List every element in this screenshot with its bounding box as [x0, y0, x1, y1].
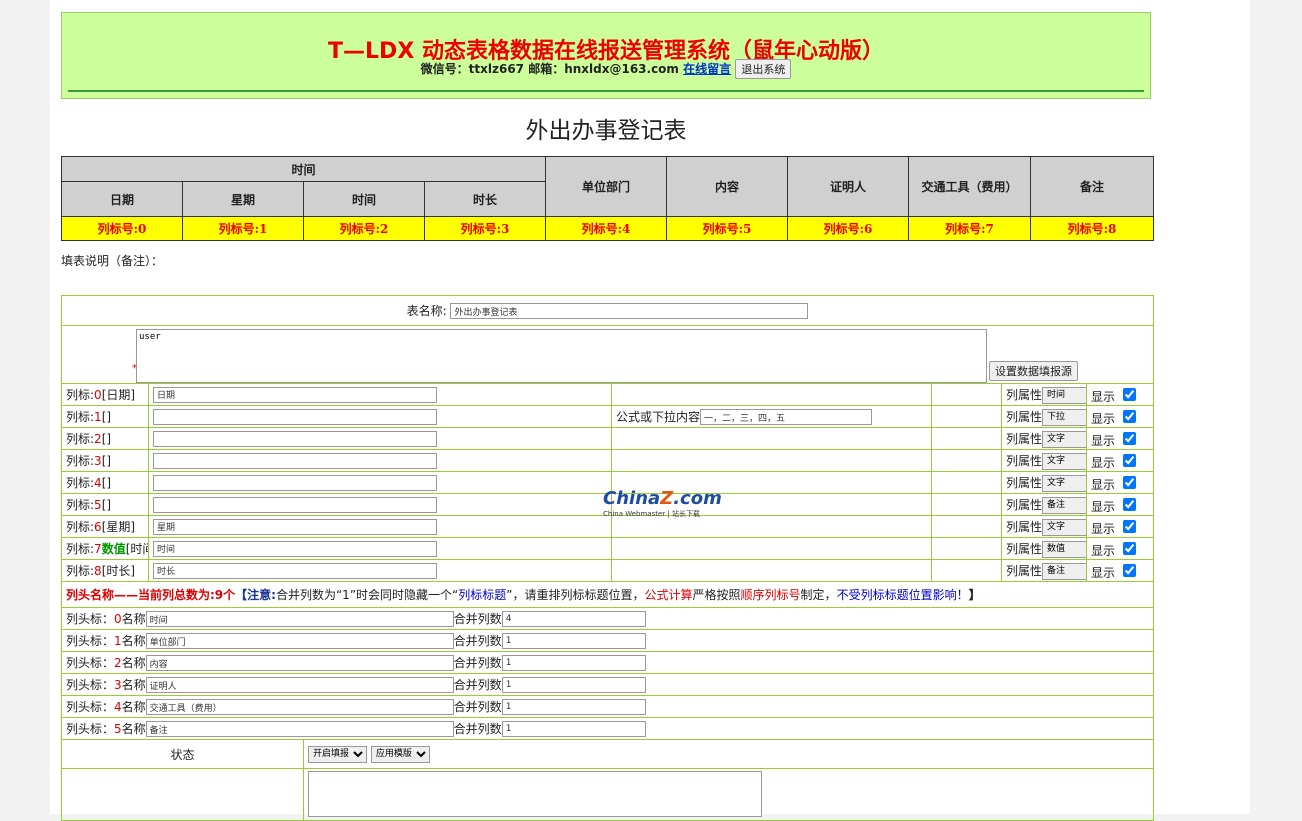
column-label: 列标:0[日期] [61, 383, 149, 406]
status-select[interactable]: 开启填报 [308, 745, 367, 763]
column-name-input[interactable] [153, 386, 437, 403]
column-marker: 列标号:8 [1030, 216, 1155, 241]
header-sub-date: 日期 [61, 181, 183, 217]
column-name-input[interactable] [153, 474, 437, 491]
template-select[interactable]: 应用模版 [370, 745, 430, 763]
source-textarea[interactable] [136, 328, 987, 383]
preview-header-table: 时间 单位部门 内容 证明人 交通工具（费用） 备注 日期 星期 时间 时长 列… [60, 156, 1155, 241]
merge-count-input[interactable] [501, 699, 646, 716]
head-name-input[interactable] [145, 633, 454, 650]
head-name-input[interactable] [145, 677, 454, 694]
show-checkbox[interactable] [1122, 453, 1136, 467]
column-name-input[interactable] [153, 540, 437, 557]
head-name-input[interactable] [145, 721, 454, 738]
merge-count-input[interactable] [501, 611, 646, 628]
column-attr-select[interactable]: 文字 [1042, 452, 1086, 470]
column-marker: 列标号:5 [666, 216, 789, 241]
column-attr-select[interactable]: 下拉 [1042, 408, 1086, 426]
head-row: 列头标：3名称合并列数 [61, 673, 1154, 696]
column-label: 列标:5[] [61, 493, 149, 516]
column-marker: 列标号:7 [908, 216, 1032, 241]
column-name-input[interactable] [153, 496, 437, 513]
head-row: 列头标：2名称合并列数 [61, 651, 1154, 674]
merge-count-input[interactable] [501, 633, 646, 650]
remark-textarea[interactable] [308, 771, 762, 817]
head-name-input[interactable] [145, 611, 454, 628]
column-attr-select[interactable]: 数值 [1042, 540, 1086, 558]
header-col-content: 内容 [666, 156, 789, 217]
table-name-input[interactable] [450, 303, 809, 320]
column-label: 列标:2[] [61, 427, 149, 450]
column-label: 列标:4[] [61, 471, 149, 494]
header-group-time: 时间 [60, 156, 547, 182]
head-row: 列头标：5名称合并列数 [61, 717, 1154, 740]
column-label: 列标:8[时长] [61, 559, 149, 582]
formula-input[interactable] [700, 409, 873, 426]
column-marker: 列标号:3 [423, 216, 547, 241]
merge-count-input[interactable] [501, 677, 646, 694]
column-label: 列标:7数值[时间] [61, 537, 149, 560]
contact-info: 微信号：ttxlz667 邮箱：hnxldx@163.com [420, 62, 679, 76]
formula-label: 公式或下拉内容 [616, 409, 701, 424]
header-sub-duration: 时长 [423, 181, 547, 217]
notice-row: 列头名称——当前列总数为:9个【注意:合并列数为“1”时会同时隐藏一个“列标标题… [61, 581, 1154, 608]
set-source-button[interactable]: 设置数据填报源 [989, 360, 1078, 381]
status-label: 状态 [61, 739, 304, 769]
column-name-input[interactable] [153, 408, 437, 425]
column-attr-select[interactable]: 备注 [1042, 562, 1086, 580]
show-checkbox[interactable] [1122, 387, 1136, 401]
show-checkbox[interactable] [1122, 541, 1136, 555]
header-col-witness: 证明人 [787, 156, 910, 217]
merge-count-input[interactable] [501, 721, 646, 738]
logout-button[interactable]: 退出系统 [735, 59, 792, 79]
column-label: 列标:6[星期] [61, 515, 149, 538]
head-name-input[interactable] [145, 655, 454, 672]
show-checkbox[interactable] [1122, 497, 1136, 511]
column-attr-select[interactable]: 时间 [1042, 386, 1086, 404]
show-checkbox[interactable] [1122, 409, 1136, 423]
column-name-input[interactable] [153, 452, 437, 469]
config-table: 表名称: * 设置数据填报源 列标:0[日期] 列属性时间 显示 列标:1[] … [61, 295, 1154, 821]
source-row: * 设置数据填报源 [61, 325, 1154, 384]
header-col-transport: 交通工具（费用） [908, 156, 1032, 217]
merge-count-input[interactable] [501, 655, 646, 672]
header-col-dept: 单位部门 [545, 156, 668, 217]
column-name-input[interactable] [153, 562, 437, 579]
table-name-label: 表名称: [406, 303, 447, 318]
header-banner: T—LDX 动态表格数据在线报送管理系统（鼠年心动版） 微信号：ttxlz667… [61, 12, 1151, 99]
message-link[interactable]: 在线留言 [683, 62, 731, 76]
head-row: 列头标：0名称合并列数 [61, 607, 1154, 630]
head-row: 列头标：4名称合并列数 [61, 695, 1154, 718]
form-title: 外出办事登记表 [525, 118, 687, 144]
banner-divider [68, 90, 1144, 92]
column-label: 列标:1[] [61, 405, 149, 428]
column-label: 列标:3[] [61, 449, 149, 472]
column-attr-select[interactable]: 文字 [1042, 430, 1086, 448]
show-checkbox[interactable] [1122, 519, 1136, 533]
head-name-input[interactable] [145, 699, 454, 716]
column-attr-select[interactable]: 文字 [1042, 474, 1086, 492]
table-name-row: 表名称: [61, 295, 1154, 326]
column-name-input[interactable] [153, 518, 437, 535]
column-name-input[interactable] [153, 430, 437, 447]
column-marker: 列标号:1 [182, 216, 304, 241]
column-marker: 列标号:4 [545, 216, 668, 241]
column-attr-select[interactable]: 备注 [1042, 496, 1086, 514]
header-sub-weekday: 星期 [182, 181, 304, 217]
contact-line: 微信号：ttxlz667 邮箱：hnxldx@163.com 在线留言 退出系统 [62, 59, 1150, 79]
show-checkbox[interactable] [1122, 563, 1136, 577]
fill-note: 填表说明（备注）： [61, 254, 164, 268]
header-sub-time: 时间 [303, 181, 425, 217]
column-marker: 列标号:6 [787, 216, 910, 241]
show-checkbox[interactable] [1122, 431, 1136, 445]
show-checkbox[interactable] [1122, 475, 1136, 489]
header-col-remark: 备注 [1030, 156, 1155, 217]
column-marker: 列标号:0 [61, 216, 183, 241]
head-row: 列头标：1名称合并列数 [61, 629, 1154, 652]
column-marker: 列标号:2 [303, 216, 425, 241]
column-attr-select[interactable]: 文字 [1042, 518, 1086, 536]
